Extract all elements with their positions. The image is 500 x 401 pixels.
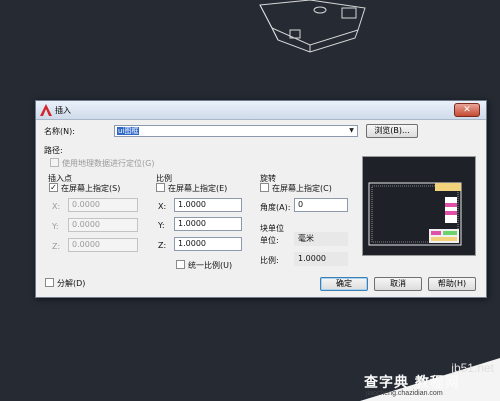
insertion-onscreen-checkbox[interactable]: ✓ [49,183,58,192]
path-label: 路径: [44,146,63,155]
rotation-onscreen-label: 在屏幕上指定(C) [272,184,332,193]
rotation-onscreen-checkbox[interactable] [260,183,269,192]
uniform-scale-checkbox[interactable] [176,260,185,269]
insertion-y-field[interactable]: 0.0000 [68,218,138,232]
unit-value: 毫米 [294,232,348,246]
scale-y-label: Y: [158,221,165,230]
cancel-button-label: 取消 [390,279,406,288]
close-icon: ✕ [463,105,471,115]
chevron-down-icon[interactable]: ▼ [346,126,357,136]
scale-y-field[interactable]: 1.0000 [174,217,242,231]
insertion-y-label: Y: [52,222,59,231]
scale-z-label: Z: [158,241,167,250]
explode-label: 分解(D) [57,279,86,288]
watermark-url: jiaocheng.chazidian.com [366,390,443,397]
scale-x-label: X: [158,202,167,211]
help-button-label: 帮助(H) [437,279,467,288]
ok-button[interactable]: 确定 [320,277,368,291]
scale-x-field[interactable]: 1.0000 [174,198,242,212]
unit-factor-value: 1.0000 [294,252,348,266]
insertion-x-label: X: [52,202,61,211]
scale-onscreen-checkbox[interactable] [156,183,165,192]
scale-z-field[interactable]: 1.0000 [174,237,242,251]
insertion-z-field[interactable]: 0.0000 [68,238,138,252]
browse-button[interactable]: 浏览(B)... [366,124,418,138]
angle-label: 角度(A): [260,203,291,212]
watermark-main: 查字典 教程网 [364,375,460,391]
name-label: 名称(N): [44,127,75,136]
insertion-z-label: Z: [52,242,61,251]
name-combobox[interactable]: ui图框 ▼ [114,125,358,137]
insert-dialog: 插入 ✕ 名称(N): ui图框 ▼ 浏览(B)... 路径: 使用地理数据进行… [35,100,487,298]
name-value: ui图框 [117,127,140,135]
angle-field[interactable]: 0 [294,198,348,212]
preview-drawing [368,182,462,246]
insertion-onscreen-label: 在屏幕上指定(S) [61,184,121,193]
help-button[interactable]: 帮助(H) [428,277,476,291]
autocad-logo-icon [40,104,52,116]
block-preview [362,156,476,256]
dialog-title: 插入 [55,106,71,115]
unit-label: 单位: [260,236,279,245]
explode-checkbox[interactable] [45,278,54,287]
ok-button-label: 确定 [336,279,352,288]
close-button[interactable]: ✕ [454,103,480,117]
watermark: jb51.net 查字典 教程网 jiaocheng.chazidian.com [360,358,500,401]
insertion-x-field[interactable]: 0.0000 [68,198,138,212]
browse-button-label: 浏览(B)... [374,126,410,135]
geo-label: 使用地理数据进行定位(G) [62,159,155,168]
block-unit-title: 块单位 [260,224,284,233]
cancel-button[interactable]: 取消 [374,277,422,291]
dialog-titlebar: 插入 ✕ [36,101,486,120]
uniform-scale-label: 统一比例(U) [188,261,233,270]
background-3d-model [259,0,366,53]
geo-checkbox[interactable] [50,158,59,167]
unit-factor-label: 比例: [260,256,279,265]
scale-onscreen-label: 在屏幕上指定(E) [168,184,228,193]
